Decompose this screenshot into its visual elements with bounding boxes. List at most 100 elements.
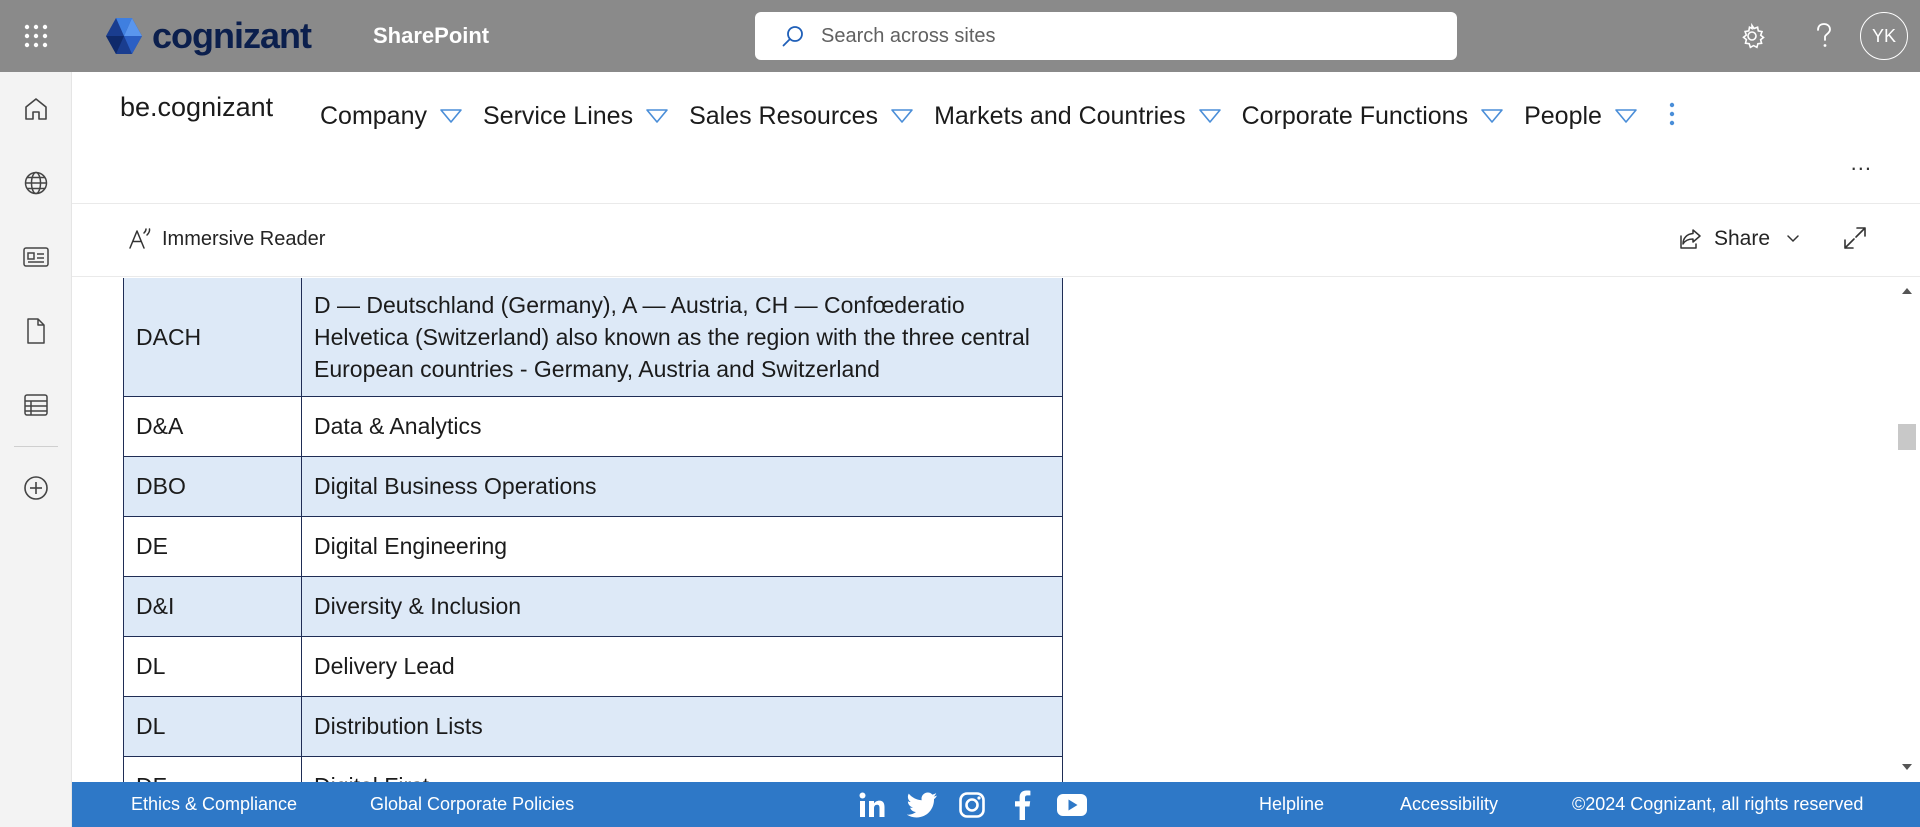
- youtube-icon[interactable]: [1047, 788, 1097, 822]
- twitter-icon[interactable]: [897, 788, 947, 822]
- nav-item-markets-and-countries[interactable]: Markets and Countries: [934, 102, 1222, 131]
- footer-link-policies[interactable]: Global Corporate Policies: [370, 794, 574, 815]
- news-icon: [23, 247, 49, 267]
- acronym-cell: DBO: [123, 456, 302, 517]
- table-row: D&A Data & Analytics: [123, 396, 1063, 457]
- news-button[interactable]: [0, 220, 72, 294]
- nav-label: People: [1524, 101, 1602, 130]
- sites-button[interactable]: [0, 146, 72, 220]
- site-header: be.cognizant Company Service Lines Sales…: [72, 72, 1920, 204]
- triangle-down-icon: [891, 109, 913, 123]
- expand-icon: [1844, 227, 1866, 249]
- help-button[interactable]: [1788, 0, 1860, 72]
- share-button[interactable]: Share: [1678, 227, 1800, 251]
- search-box[interactable]: Search across sites: [755, 12, 1457, 60]
- vertical-ellipsis-icon: [1669, 102, 1675, 125]
- footer-link-accessibility[interactable]: Accessibility: [1400, 794, 1498, 815]
- site-title[interactable]: be.cognizant: [120, 92, 273, 123]
- nav-label: Sales Resources: [689, 101, 879, 130]
- page-scrollbar[interactable]: [1894, 278, 1920, 782]
- triangle-down-icon: [646, 109, 668, 123]
- immersive-reader-button[interactable]: Immersive Reader: [128, 227, 325, 251]
- meaning-cell: Distribution Lists: [301, 696, 1063, 757]
- immersive-reader-label: Immersive Reader: [162, 227, 326, 250]
- table-row: DACH D — Deutschland (Germany), A — Aust…: [123, 278, 1063, 397]
- globe-icon: [24, 171, 48, 195]
- nav-label: Markets and Countries: [934, 101, 1186, 130]
- home-button[interactable]: [0, 72, 72, 146]
- expand-content-button[interactable]: [1842, 225, 1868, 256]
- acronym-cell: DE: [123, 516, 302, 577]
- triangle-down-icon: [1198, 109, 1221, 123]
- create-button[interactable]: [0, 451, 72, 525]
- suite-bar: cognizant SharePoint Search across sites…: [0, 0, 1920, 72]
- table-row: DF Digital First: [123, 756, 1063, 782]
- table-row: DL Distribution Lists: [123, 696, 1063, 757]
- acronym-cell: DL: [123, 636, 302, 697]
- cognizant-logo[interactable]: cognizant: [102, 0, 312, 72]
- scroll-down-icon[interactable]: [1901, 762, 1913, 772]
- nav-item-service-lines[interactable]: Service Lines: [483, 102, 669, 131]
- footer-link-ethics[interactable]: Ethics & Compliance: [131, 794, 297, 815]
- more-actions-button[interactable]: ...: [1851, 150, 1872, 176]
- nav-item-sales-resources[interactable]: Sales Resources: [689, 102, 914, 131]
- footer-copyright: ©2024 Cognizant, all rights reserved: [1572, 794, 1864, 814]
- rail-divider: [14, 446, 58, 447]
- facebook-icon[interactable]: [997, 788, 1047, 822]
- help-icon: [1817, 23, 1831, 47]
- scroll-up-icon[interactable]: [1901, 286, 1913, 296]
- command-bar: Immersive Reader Share: [72, 205, 1920, 277]
- acronym-cell: DF: [123, 756, 302, 782]
- nav-item-people[interactable]: People: [1524, 102, 1638, 131]
- page-content: DACH D — Deutschland (Germany), A — Aust…: [72, 278, 1920, 782]
- triangle-down-icon: [440, 109, 462, 123]
- meaning-cell: Digital First: [301, 756, 1063, 782]
- nav-label: Corporate Functions: [1241, 101, 1469, 130]
- app-name[interactable]: SharePoint: [373, 23, 489, 49]
- meaning-cell: Diversity & Inclusion: [301, 576, 1063, 637]
- table-row: D&I Diversity & Inclusion: [123, 576, 1063, 637]
- table-row: DE Digital Engineering: [123, 516, 1063, 577]
- meaning-cell: Data & Analytics: [301, 396, 1063, 457]
- settings-button[interactable]: [1716, 0, 1788, 72]
- acronym-cell: DL: [123, 696, 302, 757]
- triangle-down-icon: [1615, 109, 1637, 123]
- app-launcher-button[interactable]: [0, 0, 72, 72]
- lists-button[interactable]: [0, 368, 72, 442]
- nav-overflow-button[interactable]: [1668, 101, 1676, 132]
- document-icon: [27, 318, 45, 344]
- acronym-cell: DACH: [123, 278, 302, 397]
- footer-link-helpline[interactable]: Helpline: [1259, 794, 1324, 815]
- brand-name: cognizant: [152, 15, 312, 56]
- site-footer: Ethics & Compliance Global Corporate Pol…: [72, 782, 1920, 827]
- hub-navigation: Company Service Lines Sales Resources Ma…: [320, 90, 1676, 142]
- nav-label: Service Lines: [483, 101, 634, 130]
- waffle-icon: [24, 24, 48, 48]
- triangle-down-icon: [1481, 109, 1503, 123]
- instagram-icon[interactable]: [947, 788, 997, 822]
- acronym-table: DACH D — Deutschland (Germany), A — Aust…: [123, 278, 1063, 782]
- left-app-bar: [0, 72, 72, 827]
- nav-label: Company: [320, 101, 427, 130]
- share-label: Share: [1714, 227, 1771, 250]
- search-placeholder: Search across sites: [821, 24, 996, 47]
- table-row: DL Delivery Lead: [123, 636, 1063, 697]
- social-links: [847, 788, 1097, 822]
- nav-item-company[interactable]: Company: [320, 102, 463, 131]
- meaning-cell: D — Deutschland (Germany), A — Austria, …: [301, 278, 1063, 397]
- user-avatar[interactable]: YK: [1860, 12, 1908, 60]
- nav-item-corporate-functions[interactable]: Corporate Functions: [1242, 102, 1505, 131]
- files-button[interactable]: [0, 294, 72, 368]
- immersive-reader-icon: [129, 228, 151, 249]
- share-icon: [1680, 229, 1701, 249]
- linkedin-icon[interactable]: [847, 788, 897, 822]
- meaning-cell: Delivery Lead: [301, 636, 1063, 697]
- list-icon: [24, 394, 48, 416]
- home-icon: [25, 98, 47, 120]
- add-circle-icon: [24, 476, 48, 500]
- scrollbar-thumb[interactable]: [1898, 424, 1916, 450]
- table-row: DBO Digital Business Operations: [123, 456, 1063, 517]
- search-icon: [782, 26, 803, 47]
- meaning-cell: Digital Engineering: [301, 516, 1063, 577]
- cognizant-logo-mark: [106, 18, 142, 54]
